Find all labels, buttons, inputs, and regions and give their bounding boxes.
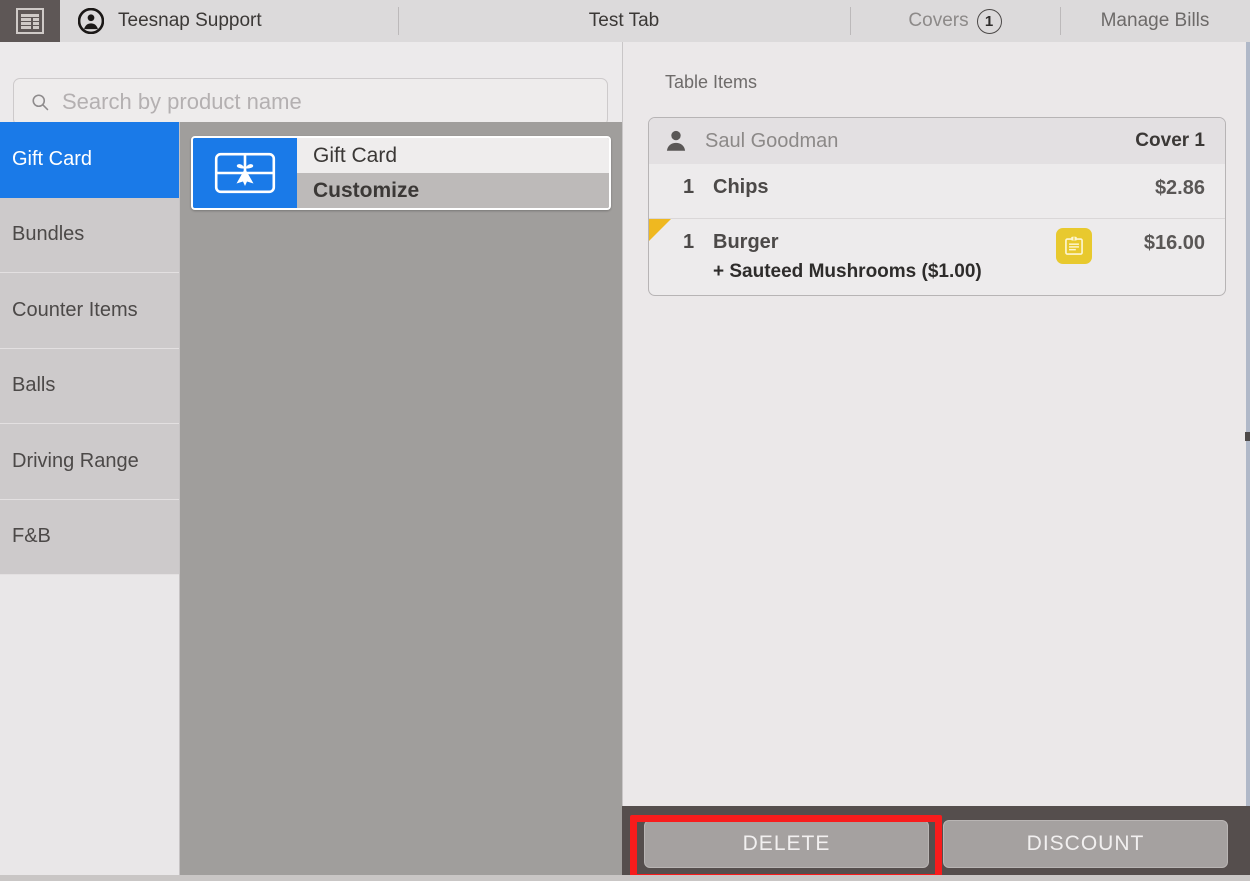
sidebar-item-label: Driving Range — [12, 449, 139, 472]
sidebar-item-driving-range[interactable]: Driving Range — [0, 424, 179, 500]
item-quantity: 1 — [683, 176, 695, 198]
sidebar-item-gift-card[interactable]: Gift Card — [0, 122, 179, 198]
manage-bills-label: Manage Bills — [1100, 10, 1210, 31]
tab-divider — [398, 7, 399, 35]
sidebar-item-label: Gift Card — [12, 147, 93, 170]
sidebar-item-counter-items[interactable]: Counter Items — [0, 273, 179, 349]
product-tile-text: Gift Card Customize — [297, 138, 609, 208]
cover-guest-name: Saul Goodman — [705, 129, 839, 152]
discount-button[interactable]: DISCOUNT — [943, 819, 1228, 868]
product-tile-customize-button[interactable]: Customize — [297, 173, 609, 208]
hamburger-menu-icon — [16, 8, 44, 34]
sidebar-item-label: Bundles — [12, 223, 85, 246]
table-items-card: Saul Goodman Cover 1 1 Chips $2.86 1 Bur… — [648, 117, 1226, 296]
table-item-row[interactable]: 1 Burger + Sauteed Mushrooms ($1.00) $16… — [649, 218, 1225, 295]
category-sidebar: Gift Card Bundles Counter Items Balls Dr… — [0, 122, 180, 879]
tab-divider — [850, 7, 851, 35]
covers-label: Covers — [908, 10, 969, 31]
user-name-label: Teesnap Support — [118, 10, 262, 31]
product-tile-icon-area — [193, 138, 297, 208]
item-details: Burger + Sauteed Mushrooms ($1.00) — [713, 231, 1056, 283]
sidebar-item-balls[interactable]: Balls — [0, 348, 179, 424]
tab-divider — [1060, 7, 1061, 35]
search-icon — [32, 94, 49, 111]
clipboard-glyph-icon — [1064, 236, 1083, 255]
gift-card-icon — [214, 152, 276, 194]
item-flag-corner-icon — [649, 219, 671, 241]
item-name: Burger — [713, 231, 779, 253]
sidebar-item-label: Balls — [12, 374, 56, 397]
edge-resize-handle[interactable] — [1245, 432, 1250, 441]
tab-test-label: Test Tab — [588, 10, 660, 31]
item-price: $16.00 — [1143, 232, 1205, 254]
user-avatar-icon — [78, 8, 104, 34]
search-placeholder: Search by product name — [62, 89, 302, 114]
sidebar-item-bundles[interactable]: Bundles — [0, 197, 179, 273]
table-item-row[interactable]: 1 Chips $2.86 — [649, 164, 1225, 218]
product-tile-name: Gift Card — [297, 138, 609, 173]
item-quantity: 1 — [683, 231, 695, 253]
covers-count-badge: 1 — [976, 8, 1002, 34]
item-name: Chips — [713, 176, 769, 198]
hamburger-menu-button[interactable] — [0, 0, 60, 42]
search-bar-region: Search by product name — [0, 42, 622, 126]
pos-application: Teesnap Support Test Tab Covers 1 Manage… — [0, 0, 1250, 881]
tab-covers[interactable]: Covers 1 — [850, 0, 1060, 42]
tab-manage-bills[interactable]: Manage Bills — [1060, 0, 1250, 42]
bottom-strip — [0, 875, 1250, 881]
sidebar-item-label: Counter Items — [12, 298, 138, 321]
product-tile-gift-card[interactable]: Gift Card Customize — [191, 136, 611, 210]
table-items-panel: Table Items Saul Goodman Cover 1 1 Chips… — [622, 42, 1250, 806]
panel-right-rail — [1246, 42, 1250, 806]
cover-number-label: Cover 1 — [1135, 130, 1205, 151]
delete-button[interactable]: DELETE — [644, 819, 929, 868]
tab-test-tab[interactable]: Test Tab — [398, 0, 850, 42]
item-price: $2.86 — [1154, 177, 1205, 199]
sidebar-item-label: F&B — [12, 525, 51, 548]
cover-header-row[interactable]: Saul Goodman Cover 1 — [649, 118, 1225, 164]
action-footer: DELETE DISCOUNT — [622, 806, 1250, 881]
table-items-title: Table Items — [665, 72, 758, 92]
app-header: Teesnap Support Test Tab Covers 1 Manage… — [0, 0, 1250, 42]
item-modifier: + Sauteed Mushrooms ($1.00) — [713, 261, 982, 282]
sidebar-item-fnb[interactable]: F&B — [0, 499, 179, 575]
search-input[interactable]: Search by product name — [13, 78, 608, 126]
person-icon — [666, 130, 686, 151]
item-details: Chips — [713, 176, 1155, 199]
product-grid: Gift Card Customize — [180, 122, 622, 879]
tab-user-account[interactable]: Teesnap Support — [60, 0, 398, 42]
note-clipboard-icon[interactable] — [1055, 228, 1092, 264]
